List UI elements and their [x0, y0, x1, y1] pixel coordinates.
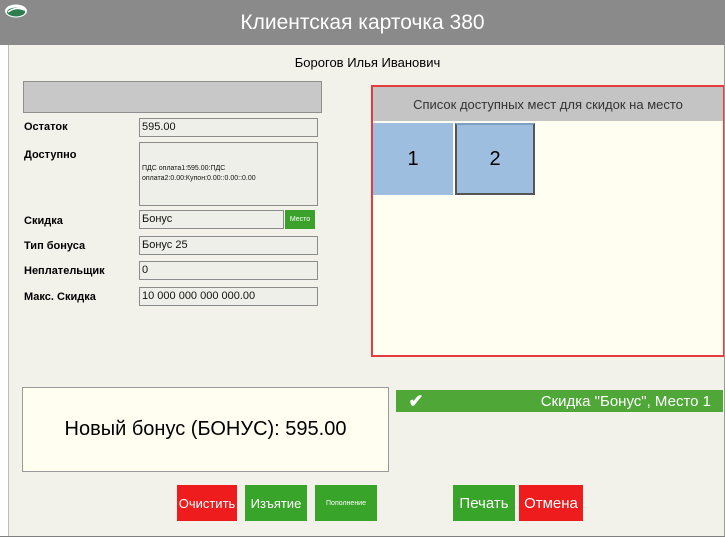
cancel-button[interactable]: Отмена [519, 485, 583, 521]
topup-button[interactable]: Пополнение [315, 485, 377, 521]
check-icon: ✔ [408, 390, 424, 411]
tip-bonusa-field: Бонус 25 [139, 236, 318, 255]
skidka-label: Скидка [24, 215, 63, 227]
tip-bonusa-label: Тип бонуса [24, 240, 86, 252]
place-tile-1[interactable]: 1 [373, 123, 453, 195]
neplatelshchik-label: Неплательщик [24, 265, 105, 277]
dostupno-label: Доступно [24, 149, 77, 161]
maks-skidka-field: 10 000 000 000 000.00 [139, 287, 318, 306]
app-logo-icon [5, 4, 27, 18]
client-name: Борогов Илья Иванович [294, 55, 441, 70]
ostatok-label: Остаток [24, 121, 68, 133]
dostupno-field: ПДС оплата1:595.00:ПДС оплата2:0.00:Купо… [139, 142, 318, 206]
client-card-panel: Борогов Илья Иванович Остаток 595.00 Дос… [8, 45, 725, 537]
card-info-bar [23, 81, 322, 113]
places-list-header: Список доступных мест для скидок на мест… [373, 87, 723, 121]
ostatok-field: 595.00 [139, 118, 318, 137]
discount-status-bar: ✔ Скидка "Бонус", Место 1 [396, 390, 723, 412]
title-bar: Клиентская карточка 380 [0, 0, 725, 45]
maks-skidka-label: Макс. Скидка [24, 291, 96, 303]
neplatelshchik-field: 0 [139, 261, 318, 280]
discount-status-text: Скидка "Бонус", Место 1 [540, 392, 711, 410]
clear-button[interactable]: Очистить [177, 485, 237, 521]
skidka-field: Бонус [139, 210, 284, 229]
place-tile-2[interactable]: 2 [455, 123, 535, 195]
print-button[interactable]: Печать [453, 485, 515, 521]
places-list: Список доступных мест для скидок на мест… [371, 85, 725, 357]
withdraw-button[interactable]: Изъятие [245, 485, 307, 521]
new-bonus-display: Новый бонус (БОНУС): 595.00 [22, 387, 389, 472]
mesto-button[interactable]: Место [285, 210, 315, 229]
window-title: Клиентская карточка 380 [240, 10, 485, 34]
